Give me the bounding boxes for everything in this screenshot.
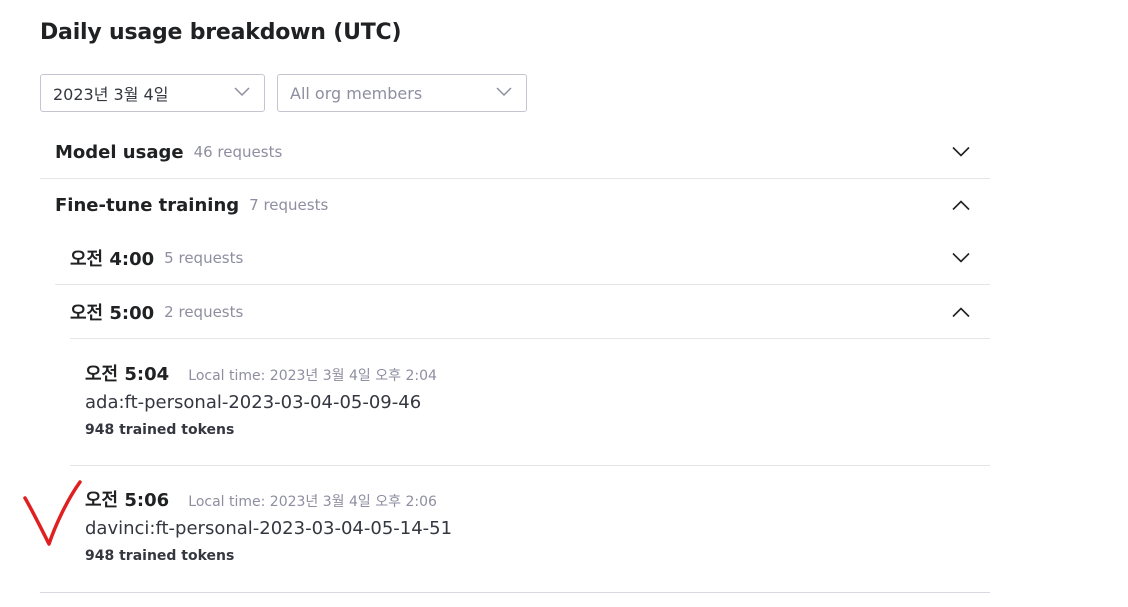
date-select[interactable]: 2023년 3월 4일 xyxy=(40,74,265,112)
red-checkmark-annotation xyxy=(23,480,82,546)
divider xyxy=(40,592,990,593)
chevron-down-icon[interactable] xyxy=(952,146,970,158)
job-local-time: Local time: 2023년 3월 4일 오후 2:04 xyxy=(188,368,437,384)
member-select[interactable]: All org members xyxy=(277,74,527,112)
fine-tune-training-row[interactable]: Fine-tune training 7 requests xyxy=(40,179,990,231)
hour-count: 2 requests xyxy=(164,302,244,321)
model-usage-row[interactable]: Model usage 46 requests xyxy=(40,126,990,178)
chevron-up-icon[interactable] xyxy=(952,306,970,317)
job-tokens: 948 trained tokens xyxy=(85,422,235,438)
date-select-value: 2023년 3월 4일 xyxy=(53,85,169,104)
job-model-name: ada:ft-personal-2023-03-04-05-09-46 xyxy=(85,392,422,413)
fine-tune-count: 7 requests xyxy=(249,196,329,214)
job-tokens: 948 trained tokens xyxy=(85,548,235,564)
job-entry: 오전 5:04 Local time: 2023년 3월 4일 오후 2:04 … xyxy=(85,360,437,438)
job-time: 오전 5:06 xyxy=(85,490,170,511)
hour-label: 오전 4:00 xyxy=(70,248,155,270)
chevron-up-icon[interactable] xyxy=(952,200,970,211)
hour-label: 오전 5:00 xyxy=(70,302,155,324)
page-title: Daily usage breakdown (UTC) xyxy=(40,20,402,45)
job-local-time: Local time: 2023년 3월 4일 오후 2:06 xyxy=(188,494,437,510)
model-usage-count: 46 requests xyxy=(193,143,283,161)
fine-tune-label: Fine-tune training xyxy=(55,194,240,216)
chevron-down-icon[interactable] xyxy=(952,252,970,263)
job-model-name: davinci:ft-personal-2023-03-04-05-14-51 xyxy=(85,518,453,539)
divider xyxy=(70,465,990,466)
hour-row-0400[interactable]: 오전 4:00 5 requests xyxy=(55,231,990,284)
model-usage-label: Model usage xyxy=(55,141,184,163)
member-select-value: All org members xyxy=(290,83,423,103)
chevron-down-icon xyxy=(496,87,512,97)
hour-count: 5 requests xyxy=(164,248,244,267)
job-time: 오전 5:04 xyxy=(85,364,170,385)
job-entry: 오전 5:06 Local time: 2023년 3월 4일 오후 2:06 … xyxy=(85,486,452,564)
divider xyxy=(70,338,990,339)
chevron-down-icon xyxy=(234,87,250,97)
hour-row-0500[interactable]: 오전 5:00 2 requests xyxy=(55,285,990,338)
